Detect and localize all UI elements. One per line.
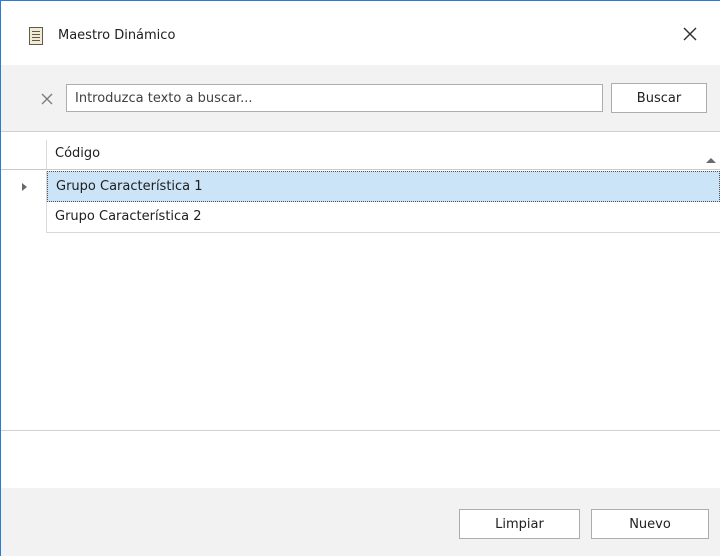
row-indicator — [1, 171, 47, 202]
close-icon — [682, 26, 698, 46]
cell-codigo[interactable]: Grupo Característica 1 — [47, 171, 720, 202]
sort-ascending-icon — [704, 150, 718, 163]
results-grid: Código Grupo Característica 1 Grupo Cara… — [1, 131, 720, 430]
table-row[interactable]: Grupo Característica 2 — [1, 202, 720, 233]
table-row[interactable]: Grupo Característica 1 — [1, 171, 720, 202]
clear-icon — [41, 90, 53, 109]
clear-search-button[interactable] — [37, 89, 57, 109]
window-title: Maestro Dinámico — [58, 28, 176, 43]
grid-header: Código — [1, 140, 720, 170]
title-bar: Maestro Dinámico — [1, 1, 720, 65]
cell-codigo[interactable]: Grupo Característica 2 — [47, 202, 720, 233]
close-button[interactable] — [673, 21, 707, 51]
row-indicator — [1, 202, 47, 233]
current-row-arrow-icon — [20, 177, 28, 196]
search-input[interactable] — [66, 84, 603, 112]
grid-footer-area — [1, 430, 720, 488]
column-header-codigo[interactable]: Código — [55, 146, 100, 161]
search-button[interactable]: Buscar — [611, 83, 707, 113]
clear-button[interactable]: Limpiar — [459, 509, 580, 539]
new-button[interactable]: Nuevo — [591, 509, 709, 539]
form-list-icon — [29, 27, 43, 45]
maestro-dinamico-window: Maestro Dinámico Buscar Código — [0, 0, 720, 556]
row-indicator-header — [1, 140, 47, 170]
